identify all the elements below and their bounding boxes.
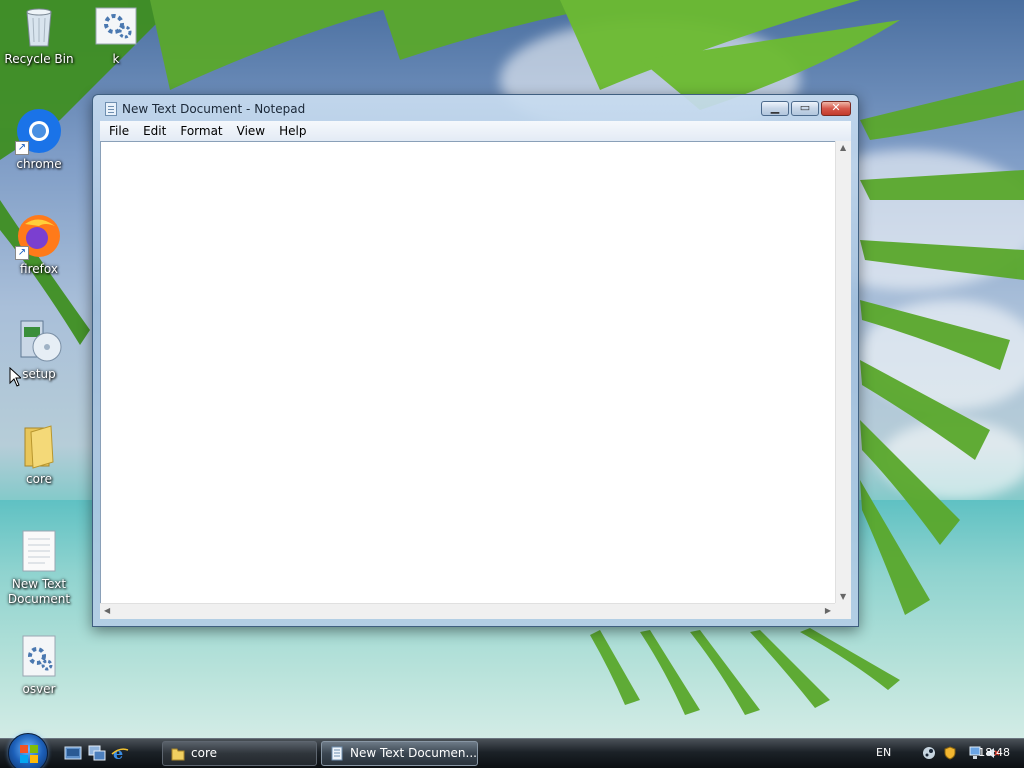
desktop-icon-chrome[interactable]: ↗ chrome bbox=[1, 107, 77, 172]
notepad-window[interactable]: New Text Document - Notepad ▁ ▭ ✕ File E… bbox=[92, 94, 859, 627]
taskbar: e core New Text Documen... EN 18:48 bbox=[0, 733, 1024, 768]
taskbar-button-label: New Text Documen... bbox=[350, 746, 477, 760]
language-indicator[interactable]: EN bbox=[876, 746, 891, 759]
shortcut-arrow-icon: ↗ bbox=[15, 246, 29, 260]
desktop-icon-k[interactable]: k bbox=[78, 2, 154, 67]
shortcut-arrow-icon: ↗ bbox=[15, 141, 29, 155]
taskbar-button-core[interactable]: core bbox=[162, 741, 317, 766]
firefox-icon: ↗ bbox=[15, 212, 63, 260]
svg-text:e: e bbox=[113, 745, 123, 761]
close-icon: ✕ bbox=[831, 101, 841, 114]
desktop-icon-osver[interactable]: osver bbox=[1, 632, 77, 697]
taskbar-button-notepad[interactable]: New Text Documen... bbox=[321, 741, 478, 766]
title-bar[interactable]: New Text Document - Notepad ▁ ▭ ✕ bbox=[93, 95, 858, 121]
taskbar-button-label: core bbox=[191, 746, 217, 760]
notepad-icon bbox=[105, 102, 117, 116]
desktop-icon-label: New Text Document bbox=[7, 577, 71, 606]
close-button[interactable]: ✕ bbox=[821, 101, 851, 116]
folder-icon bbox=[171, 748, 185, 761]
minimize-button[interactable]: ▁ bbox=[761, 101, 789, 116]
menu-bar: File Edit Format View Help bbox=[100, 121, 851, 141]
desktop-icon-recycle-bin[interactable]: Recycle Bin bbox=[1, 2, 77, 67]
steam-icon[interactable] bbox=[922, 746, 936, 760]
folder-icon bbox=[15, 422, 63, 470]
system-tray: EN 18:48 bbox=[834, 739, 1024, 768]
maximize-button[interactable]: ▭ bbox=[791, 101, 819, 116]
internet-explorer-icon[interactable]: e bbox=[111, 745, 129, 761]
maximize-icon: ▭ bbox=[799, 101, 811, 114]
desktop-icon-label: core bbox=[26, 472, 52, 486]
menu-view[interactable]: View bbox=[230, 124, 272, 138]
desktop-icon-label: chrome bbox=[16, 157, 62, 171]
setup-installer-icon bbox=[15, 317, 63, 365]
desktop-icon-new-text-document[interactable]: New Text Document bbox=[1, 527, 77, 607]
minimize-icon: ▁ bbox=[770, 101, 780, 114]
recycle-bin-icon bbox=[15, 2, 63, 50]
desktop-icon-label: firefox bbox=[20, 262, 58, 276]
window-title: New Text Document - Notepad bbox=[122, 102, 306, 116]
switch-windows-icon[interactable] bbox=[88, 745, 106, 761]
settings-file-icon bbox=[92, 2, 140, 50]
mouse-cursor-icon bbox=[9, 367, 21, 387]
desktop-icon-label: k bbox=[112, 52, 120, 66]
start-button[interactable] bbox=[8, 733, 48, 768]
menu-edit[interactable]: Edit bbox=[136, 124, 173, 138]
desktop-icon-firefox[interactable]: ↗ firefox bbox=[1, 212, 77, 277]
notepad-icon bbox=[331, 746, 343, 761]
menu-format[interactable]: Format bbox=[173, 124, 229, 138]
text-editor-area[interactable] bbox=[100, 141, 851, 619]
windows-logo-icon bbox=[20, 745, 38, 763]
menu-file[interactable]: File bbox=[102, 124, 136, 138]
chrome-icon: ↗ bbox=[15, 107, 63, 155]
desktop-icon-label: osver bbox=[22, 682, 56, 696]
menu-help[interactable]: Help bbox=[272, 124, 313, 138]
show-desktop-icon[interactable] bbox=[64, 745, 82, 761]
security-shield-icon[interactable] bbox=[943, 746, 957, 760]
desktop-icon-label: Recycle Bin bbox=[4, 52, 74, 66]
desktop-icon-core[interactable]: core bbox=[1, 422, 77, 487]
clock[interactable]: 18:48 bbox=[978, 746, 1010, 759]
settings-file-icon bbox=[15, 632, 63, 680]
text-document-icon bbox=[15, 527, 63, 575]
